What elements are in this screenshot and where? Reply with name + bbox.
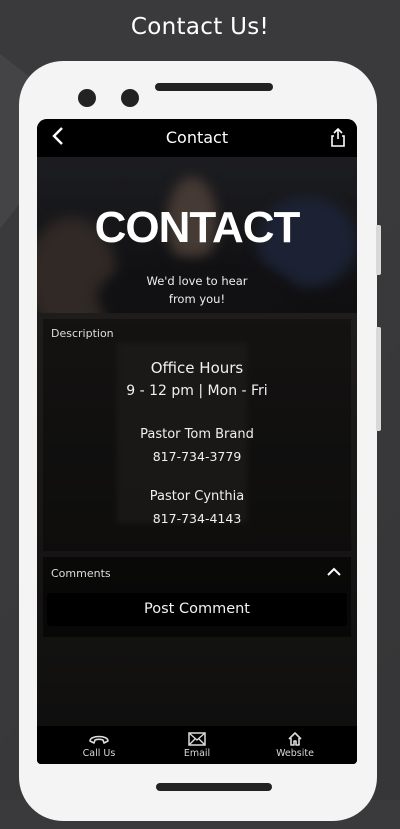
tab-label: Call Us — [82, 748, 116, 759]
bottom-speaker — [156, 783, 272, 791]
description-label: Description — [51, 327, 114, 340]
description-panel: Description Office Hours 9 - 12 pm | Mon… — [43, 319, 351, 551]
promo-headline: Contact Us! — [130, 14, 270, 40]
share-icon[interactable] — [331, 127, 345, 151]
contact-phone[interactable]: 817-734-4143 — [43, 511, 351, 526]
phone-icon — [54, 729, 144, 748]
page-title: Contact — [165, 128, 229, 147]
comments-panel: Comments Post Comment — [43, 557, 351, 637]
contact-name: Pastor Tom Brand — [140, 427, 254, 442]
sensor-icon — [121, 89, 139, 107]
comments-label: Comments — [51, 567, 111, 580]
hero-tagline-line2: from you! — [168, 292, 226, 306]
tab-email[interactable]: Email — [152, 729, 242, 759]
bottom-tab-bar: Call Us Email Website — [37, 726, 357, 764]
tab-label: Email — [183, 748, 211, 759]
home-icon — [250, 729, 340, 748]
tab-label: Website — [276, 748, 314, 759]
post-comment-button[interactable]: Post Comment — [47, 593, 347, 626]
power-button — [376, 225, 381, 275]
tab-website[interactable]: Website — [250, 729, 340, 759]
contact-phone[interactable]: 817-734-3779 — [43, 449, 351, 464]
front-camera-icon — [78, 89, 96, 107]
top-app-bar: Contact — [37, 119, 357, 157]
mail-icon — [152, 729, 242, 748]
earpiece-speaker — [155, 83, 273, 91]
hero-tagline-line1: We'd love to hear — [146, 274, 248, 288]
hero-tagline: We'd love to hear from you! — [37, 272, 357, 308]
chevron-up-icon[interactable] — [327, 562, 341, 581]
hero-banner: CONTACT We'd love to hear from you! — [37, 157, 357, 313]
app-screen: Contact CONTACT We'd love to hear from y… — [37, 119, 357, 764]
office-hours-value: 9 - 12 pm | Mon - Fri — [126, 383, 268, 399]
hero-title: CONTACT — [94, 203, 301, 252]
office-hours-title: Office Hours — [150, 359, 244, 377]
volume-button — [376, 327, 381, 431]
tab-call-us[interactable]: Call Us — [54, 729, 144, 759]
contact-name: Pastor Cynthia — [149, 489, 245, 504]
